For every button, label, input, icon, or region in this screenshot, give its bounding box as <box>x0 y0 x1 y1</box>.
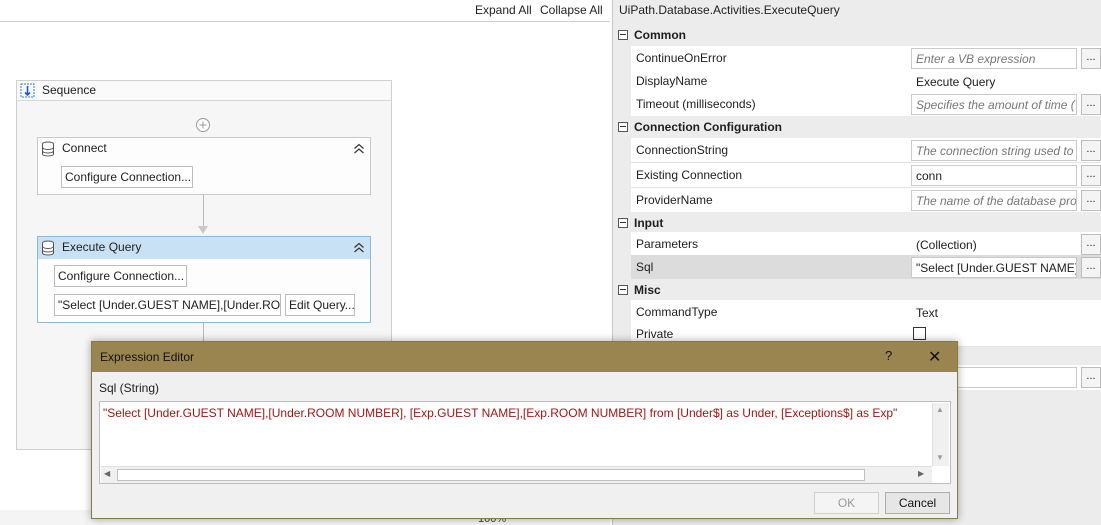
connect-activity-header[interactable]: Connect <box>38 138 370 160</box>
sql-query-input[interactable]: "Select [Under.GUEST NAME],[Under.ROOM <box>54 294 281 316</box>
collapse-chevron-icon[interactable] <box>353 241 365 255</box>
property-value-input[interactable]: The name of the database pro <box>911 190 1077 211</box>
category-label: Misc <box>634 283 661 297</box>
help-icon[interactable]: ? <box>885 348 892 363</box>
execute-query-activity-title: Execute Query <box>62 240 142 254</box>
dialog-title: Expression Editor <box>100 350 195 364</box>
edit-query-button[interactable]: Edit Query... <box>285 294 355 316</box>
ellipsis-button[interactable]: ... <box>1081 367 1101 388</box>
horizontal-scrollbar[interactable]: ◀ ▶ <box>101 466 932 483</box>
category-label: Common <box>634 28 686 42</box>
category-common[interactable]: Common <box>613 24 1101 46</box>
connect-activity-title: Connect <box>62 141 107 155</box>
ellipsis-button[interactable]: ... <box>1081 190 1101 211</box>
collapse-all-link[interactable]: Collapse All <box>540 3 603 17</box>
execute-query-activity[interactable]: Execute Query Configure Connection... "S… <box>37 236 371 323</box>
ellipsis-button[interactable]: ... <box>1081 94 1101 115</box>
scroll-left-icon[interactable]: ◀ <box>104 469 110 478</box>
property-row-providername[interactable]: ProviderName The name of the database pr… <box>631 188 1101 213</box>
database-icon <box>42 240 54 256</box>
category-misc[interactable]: Misc <box>613 279 1101 301</box>
property-value-input[interactable]: Specifies the amount of time ( <box>911 94 1077 115</box>
property-value-input[interactable]: "Select [Under.GUEST NAME], <box>911 257 1077 278</box>
property-value-input[interactable]: The connection string used to <box>911 140 1077 161</box>
properties-title: UiPath.Database.Activities.ExecuteQuery <box>619 3 840 17</box>
expression-editor-textarea[interactable]: "Select [Under.GUEST NAME],[Under.ROOM N… <box>99 401 951 484</box>
category-connection-configuration[interactable]: Connection Configuration <box>613 116 1101 138</box>
scrollbar-thumb[interactable] <box>117 469 865 481</box>
execute-configure-connection-button[interactable]: Configure Connection... <box>54 265 187 287</box>
flow-connector <box>203 195 204 227</box>
close-icon[interactable]: ✕ <box>928 347 941 367</box>
property-row-timeout[interactable]: Timeout (milliseconds) Specifies the amo… <box>631 92 1101 117</box>
property-row-parameters[interactable]: Parameters (Collection) ... <box>631 232 1101 257</box>
private-checkbox[interactable] <box>913 327 926 340</box>
add-activity-icon[interactable] <box>195 117 211 133</box>
property-value-input[interactable]: (Collection) <box>911 234 1077 255</box>
collapse-toggle-icon[interactable] <box>618 285 628 295</box>
property-row-continueonerror[interactable]: ContinueOnError Enter a VB expression ..… <box>631 46 1101 71</box>
property-name: ContinueOnError <box>636 51 727 65</box>
execute-query-activity-header[interactable]: Execute Query <box>38 237 370 259</box>
property-name: DisplayName <box>636 74 708 88</box>
collapse-chevron-icon[interactable] <box>353 142 365 156</box>
connect-activity[interactable]: Connect Configure Connection... <box>37 137 371 195</box>
category-label: Connection Configuration <box>634 120 782 134</box>
property-name: ConnectionString <box>636 143 729 157</box>
property-name: ProviderName <box>636 193 713 207</box>
ellipsis-button[interactable]: ... <box>1081 165 1101 186</box>
sequence-header[interactable]: Sequence <box>17 81 391 101</box>
flow-connector <box>203 323 204 343</box>
category-input[interactable]: Input <box>613 212 1101 234</box>
ellipsis-button[interactable]: ... <box>1081 140 1101 161</box>
property-value-input[interactable]: Text <box>911 302 1077 323</box>
property-row-sql[interactable]: Sql "Select [Under.GUEST NAME], ... <box>631 255 1101 280</box>
dialog-title-bar[interactable]: Expression Editor ? ✕ <box>92 342 957 372</box>
connect-configure-connection-button[interactable]: Configure Connection... <box>61 166 193 188</box>
property-row-connectionstring[interactable]: ConnectionString The connection string u… <box>631 138 1101 163</box>
property-value-input[interactable]: Enter a VB expression <box>911 48 1077 69</box>
ok-button[interactable]: OK <box>814 492 879 514</box>
scroll-down-icon[interactable]: ▼ <box>936 453 944 462</box>
property-row-existing-connection[interactable]: Existing Connection conn ... <box>631 163 1101 188</box>
category-label: Input <box>634 216 664 230</box>
designer-toolbar: Expand All Collapse All <box>0 0 610 22</box>
scroll-right-icon[interactable]: ▶ <box>918 469 924 478</box>
property-name: Private <box>636 327 674 341</box>
property-value-input[interactable]: Execute Query <box>911 71 1077 92</box>
expression-text[interactable]: "Select [Under.GUEST NAME],[Under.ROOM N… <box>103 406 928 420</box>
collapse-toggle-icon[interactable] <box>618 122 628 132</box>
ellipsis-button[interactable]: ... <box>1081 48 1101 69</box>
vertical-scrollbar[interactable]: ▲ ▼ <box>932 403 949 466</box>
collapse-toggle-icon[interactable] <box>618 30 628 40</box>
property-value-input[interactable]: conn <box>911 165 1077 186</box>
expand-all-link[interactable]: Expand All <box>475 3 532 17</box>
property-name: Timeout (milliseconds) <box>636 97 756 111</box>
property-name: CommandType <box>636 305 718 319</box>
cancel-button[interactable]: Cancel <box>885 492 950 514</box>
property-row-displayname[interactable]: DisplayName Execute Query <box>631 69 1101 94</box>
expression-type-label: Sql (String) <box>99 381 160 395</box>
expression-editor-dialog: Expression Editor ? ✕ Sql (String) "Sele… <box>91 341 958 519</box>
property-name: Parameters <box>636 237 699 251</box>
sequence-title: Sequence <box>42 83 97 97</box>
property-name: Existing Connection <box>636 168 743 182</box>
sequence-icon <box>20 83 35 98</box>
flow-arrow-icon <box>198 226 208 234</box>
ellipsis-button[interactable]: ... <box>1081 257 1101 278</box>
property-name: Sql <box>636 260 654 274</box>
scroll-up-icon[interactable]: ▲ <box>936 405 944 414</box>
collapse-toggle-icon[interactable] <box>618 218 628 228</box>
database-icon <box>42 141 54 157</box>
ellipsis-button[interactable]: ... <box>1081 234 1101 255</box>
